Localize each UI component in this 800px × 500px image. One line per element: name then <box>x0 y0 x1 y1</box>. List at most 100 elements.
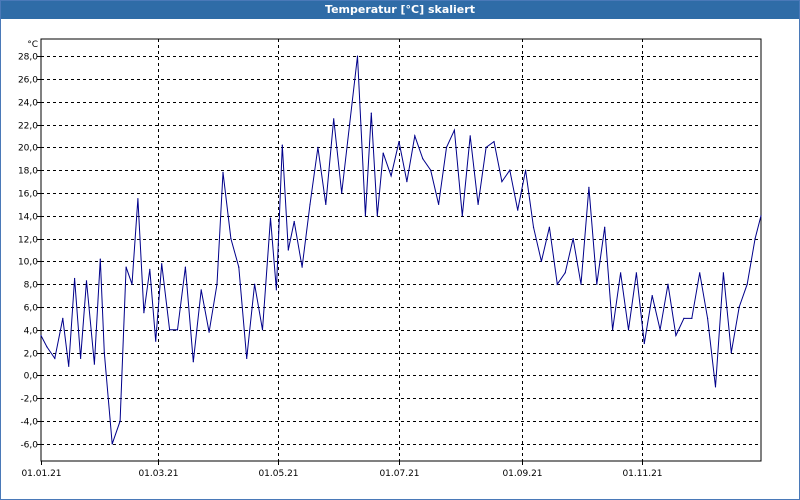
data-point <box>184 266 186 268</box>
data-point <box>501 181 503 183</box>
y-tick-label: 28,0 <box>18 53 38 63</box>
data-point <box>445 146 448 148</box>
data-point <box>46 346 48 348</box>
data-point <box>131 283 133 285</box>
data-point <box>192 361 194 363</box>
data-point <box>746 283 748 285</box>
x-tick-label: 01.07.21 <box>379 469 419 479</box>
y-tick-label: 10,0 <box>18 258 38 268</box>
data-point <box>651 295 653 297</box>
y-tick-label: -4,0 <box>20 418 38 428</box>
data-point <box>325 203 327 205</box>
data-point <box>149 268 151 270</box>
data-point <box>208 331 210 333</box>
chart-window: Temperatur [°C] skaliert 28,0 26,0 24,0 22,… <box>0 0 800 500</box>
data-point <box>760 215 762 217</box>
y-tick-label: 6,0 <box>24 304 39 314</box>
data-point <box>596 283 598 285</box>
data-point <box>216 283 218 285</box>
temperature-series-line <box>40 56 762 445</box>
data-point <box>699 272 701 274</box>
data-point <box>406 181 408 183</box>
data-point <box>269 217 272 219</box>
data-point <box>103 352 105 354</box>
data-point <box>691 317 693 319</box>
data-point <box>620 272 622 274</box>
data-point <box>532 226 535 228</box>
data-point <box>238 266 240 268</box>
data-point <box>556 283 558 285</box>
data-point <box>99 258 101 260</box>
data-point <box>683 317 685 319</box>
data-point <box>54 357 56 359</box>
data-point <box>738 306 740 308</box>
data-point <box>287 249 289 251</box>
data-point <box>74 277 76 280</box>
data-point <box>722 272 725 274</box>
data-point <box>714 386 717 388</box>
data-point <box>261 329 264 331</box>
data-point <box>382 152 384 154</box>
y-tick-label: 16,0 <box>18 190 38 200</box>
data-point <box>580 283 582 285</box>
data-point <box>730 352 732 354</box>
data-point <box>309 203 311 205</box>
grid <box>41 39 761 461</box>
data-point <box>85 280 88 282</box>
data-point <box>612 329 614 331</box>
data-point <box>422 158 424 160</box>
y-axis-unit-label: °C <box>27 40 38 50</box>
data-point <box>754 238 756 240</box>
data-point <box>80 357 82 359</box>
data-point <box>119 420 121 422</box>
data-point <box>438 203 440 205</box>
data-point <box>564 272 566 274</box>
data-point <box>453 129 455 131</box>
data-point <box>627 329 630 331</box>
data-point <box>390 175 392 177</box>
data-point <box>176 329 179 331</box>
data-point <box>230 238 232 240</box>
x-tick-label: 01.05.21 <box>258 469 298 479</box>
data-point <box>461 215 463 217</box>
data-point <box>667 283 669 285</box>
data-point <box>333 118 335 120</box>
data-point <box>398 141 400 143</box>
data-point <box>349 123 351 126</box>
data-point <box>301 266 303 268</box>
data-point <box>155 340 157 342</box>
data-point <box>509 169 511 171</box>
data-point <box>540 260 543 262</box>
data-point <box>125 266 127 268</box>
data-point <box>93 363 95 365</box>
data-point <box>659 329 661 331</box>
data-point <box>493 141 495 143</box>
y-tick-label: 0,0 <box>24 372 39 382</box>
y-tick-label: 14,0 <box>18 213 38 223</box>
data-point <box>143 312 145 314</box>
data-point <box>111 443 113 445</box>
data-point <box>485 146 487 148</box>
x-tick-label: 01.11.21 <box>622 469 662 479</box>
x-tick-label: 01.03.21 <box>138 469 178 479</box>
data-point <box>588 186 590 188</box>
data-point <box>275 289 277 291</box>
y-tick-label: -6,0 <box>20 441 38 451</box>
window-title: Temperatur [°C] skaliert <box>1 1 799 19</box>
series-points <box>40 55 762 445</box>
data-point <box>604 226 606 228</box>
y-tick-label: 22,0 <box>18 122 38 132</box>
data-point <box>356 55 359 57</box>
data-point <box>281 144 283 146</box>
data-point <box>707 317 709 319</box>
data-point <box>430 169 432 171</box>
y-tick-label: 24,0 <box>18 99 38 109</box>
data-point <box>469 135 471 137</box>
y-tick-label: 8,0 <box>24 281 39 291</box>
y-tick-label: 4,0 <box>24 327 39 337</box>
y-tick-label: 12,0 <box>18 236 38 246</box>
temperature-chart: 28,0 26,0 24,0 22,0 20,0 18,0 16,0 14,0 12,0 10,0… <box>18 38 762 479</box>
data-point <box>517 209 519 211</box>
data-point <box>293 220 295 223</box>
x-tick-label: 01.01.21 <box>21 469 61 479</box>
